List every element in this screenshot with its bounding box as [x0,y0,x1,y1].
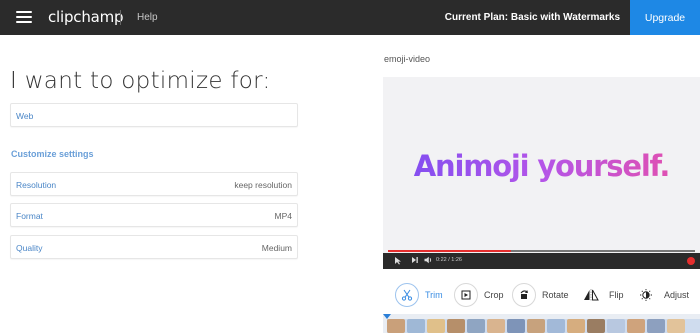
page-title: I want to optimize for: [10,68,271,94]
scissors-icon [395,283,419,307]
edit-toolbar: Trim Crop Rotate Flip Adjust [383,280,700,310]
timeline-thumbnail [527,319,545,333]
timeline-thumbnail [467,319,485,333]
timeline-thumbnail [507,319,525,333]
format-value: MP4 [274,211,292,221]
record-indicator-icon [687,257,695,265]
timeline-thumbnail [387,319,405,333]
video-progress-bar[interactable] [388,250,695,252]
resolution-label: Resolution [16,180,57,190]
quality-setting[interactable]: Quality Medium [10,235,298,259]
video-name: emoji-video [384,54,431,64]
hamburger-menu-icon[interactable] [16,11,32,23]
timeline-thumbnail [567,319,585,333]
upgrade-button[interactable]: Upgrade [630,0,700,35]
rotate-label: Rotate [542,290,569,300]
format-label: Format [16,211,43,221]
rotate-button[interactable]: Rotate [512,282,569,308]
video-preview[interactable]: Animoji yourself. 0:22 / 1:26 [383,77,700,269]
format-setting[interactable]: Format MP4 [10,203,298,227]
crop-label: Crop [484,290,504,300]
timeline-thumbnail [447,319,465,333]
video-caption: Animoji yourself. [383,149,700,183]
optimize-target-value: Web [16,111,34,121]
help-link[interactable]: Help [137,12,158,23]
timeline-thumbnail-strip[interactable] [387,319,700,333]
trim-button[interactable]: Trim [395,282,443,308]
adjust-button[interactable]: Adjust [634,282,689,308]
video-controls: 0:22 / 1:26 [383,250,700,269]
quality-label: Quality [16,243,43,253]
video-progress-fill [388,250,511,252]
resolution-setting[interactable]: Resolution keep resolution [10,172,298,196]
timeline-thumbnail [667,319,685,333]
timeline-thumbnail [607,319,625,333]
app-logo[interactable]: clipchamp [48,8,124,26]
customize-settings-heading: Customize settings [11,149,94,159]
timeline-thumbnail [407,319,425,333]
rotate-icon [512,283,536,307]
timeline-thumbnail [547,319,565,333]
crop-icon [454,283,478,307]
crop-button[interactable]: Crop [454,282,504,308]
timeline-thumbnail [587,319,605,333]
flip-button[interactable]: Flip [579,282,624,308]
flip-icon [579,283,603,307]
flip-label: Flip [609,290,624,300]
timeline-thumbnail [627,319,645,333]
adjust-icon [634,283,658,307]
top-bar: clipchamp Help Current Plan: Basic with … [0,0,700,35]
resolution-value: keep resolution [234,180,292,190]
quality-value: Medium [261,243,292,253]
timeline-thumbnail [427,319,445,333]
timeline[interactable] [383,314,700,333]
header-divider [120,10,121,25]
current-plan-label: Current Plan: Basic with Watermarks [444,12,620,23]
skip-icon[interactable] [411,256,419,267]
optimize-target-select[interactable]: Web [10,103,298,127]
timeline-thumbnail [647,319,665,333]
volume-icon[interactable] [424,256,433,267]
adjust-label: Adjust [664,290,690,300]
trim-label: Trim [425,290,443,300]
video-timecode: 0:22 / 1:26 [436,257,462,263]
timeline-thumbnail [487,319,505,333]
pointer-icon [394,256,402,268]
